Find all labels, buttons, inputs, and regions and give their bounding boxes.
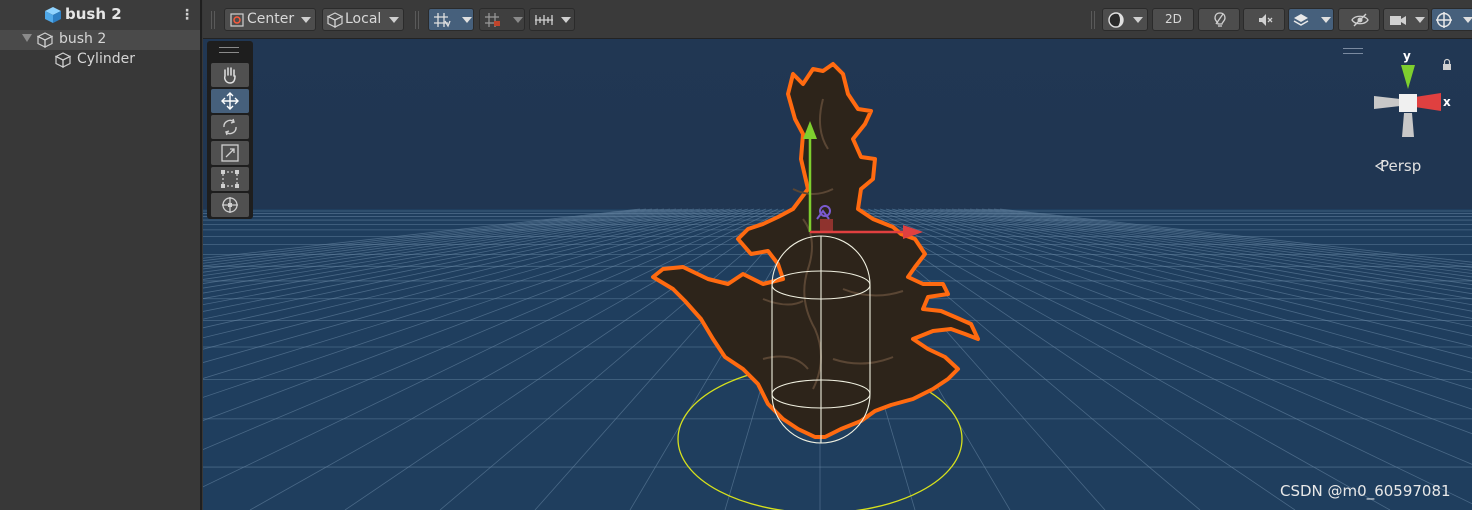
tool-palette: [207, 41, 253, 219]
overlay-drag-handle[interactable]: [1343, 48, 1363, 54]
increment-snap-icon: [485, 13, 500, 27]
gizmos-dropdown[interactable]: [1431, 8, 1472, 31]
more-options-icon[interactable]: ⋮: [180, 6, 194, 24]
watermark-text: CSDN @m0_60597081: [1280, 482, 1451, 500]
prefab-icon: [45, 7, 61, 23]
chevron-down-icon: [513, 17, 523, 23]
rotate-tool-button[interactable]: [211, 115, 249, 139]
grid-snap-icon: [434, 13, 451, 28]
toolbar-grip[interactable]: [1091, 11, 1095, 29]
pivot-center-icon: [230, 13, 244, 27]
ruler-icon: [535, 15, 553, 25]
chevron-down-icon: [301, 17, 311, 23]
effects-toggle[interactable]: [1288, 8, 1334, 31]
hand-tool-button[interactable]: [211, 63, 249, 87]
scale-icon: [221, 144, 239, 162]
lock-icon[interactable]: [1442, 58, 1452, 70]
increment-snap-toggle[interactable]: [479, 8, 525, 31]
move-icon: [221, 92, 239, 110]
rect-tool-button[interactable]: [211, 167, 249, 191]
prefab-title: bush 2: [65, 5, 122, 23]
chevron-down-icon: [389, 17, 399, 23]
draw-mode-dropdown[interactable]: [1102, 8, 1148, 31]
lightbulb-icon: [1214, 12, 1226, 27]
hand-icon: [224, 67, 236, 84]
expand-arrow-icon[interactable]: [22, 34, 32, 42]
chevron-down-icon: [1415, 17, 1425, 23]
hierarchy-item-label: bush 2: [59, 31, 107, 47]
rotate-icon: [223, 118, 237, 136]
effects-layers-icon: [1293, 14, 1309, 26]
toolbar-grip[interactable]: [211, 11, 215, 29]
scene-view[interactable]: y x Persp CSDN @m0_60597081: [203, 39, 1472, 510]
lighting-toggle[interactable]: [1198, 8, 1240, 31]
chevron-down-icon: [1133, 17, 1143, 23]
pivot-rotation-dropdown[interactable]: Local: [322, 8, 404, 31]
hierarchy-panel: bush 2 ⋮ bush 2 Cylinder: [0, 0, 202, 510]
chevron-down-icon: [462, 17, 472, 23]
grid-snap-toggle[interactable]: [428, 8, 474, 31]
gizmo-icon: [1436, 12, 1452, 28]
hierarchy-item-cylinder[interactable]: Cylinder: [0, 50, 200, 70]
projection-mode-label[interactable]: Persp: [1380, 157, 1421, 175]
gameobject-cube-icon: [37, 32, 53, 48]
axis-x-label: x: [1443, 95, 1451, 109]
camera-icon: [1390, 16, 1406, 25]
transform-icon: [222, 197, 238, 213]
hierarchy-header: bush 2 ⋮: [0, 0, 200, 31]
axis-y-label: y: [1403, 49, 1411, 63]
hidden-eye-icon: [1351, 13, 1369, 27]
scale-tool-button[interactable]: [211, 141, 249, 165]
mute-icon: [1259, 14, 1273, 26]
scene-visibility-toggle[interactable]: [1338, 8, 1380, 31]
toolbar-grip[interactable]: [415, 11, 419, 29]
scene-toolbar: Center Local 2D: [203, 0, 1472, 39]
hierarchy-item-label: Cylinder: [77, 51, 135, 67]
transform-tool-button[interactable]: [211, 193, 249, 217]
audio-toggle[interactable]: [1243, 8, 1285, 31]
pivot-mode-dropdown[interactable]: Center: [224, 8, 316, 31]
2d-toggle-label: 2D: [1165, 12, 1182, 26]
pivot-mode-label: Center: [247, 11, 295, 27]
pivot-rotation-label: Local: [345, 11, 382, 27]
camera-settings-dropdown[interactable]: [1383, 8, 1429, 31]
move-tool-button[interactable]: [211, 89, 249, 113]
rect-icon: [221, 170, 239, 188]
hierarchy-item-bush-2[interactable]: bush 2: [0, 30, 200, 50]
chevron-down-icon: [561, 17, 571, 23]
2d-toggle-button[interactable]: 2D: [1152, 8, 1194, 31]
chevron-down-icon: [1463, 17, 1472, 23]
chevron-down-icon: [1321, 17, 1331, 23]
vertex-snap-toggle[interactable]: [529, 8, 575, 31]
gameobject-cube-icon: [55, 52, 71, 68]
palette-drag-handle[interactable]: [219, 47, 239, 53]
local-cube-icon: [327, 12, 343, 28]
shading-sphere-icon: [1108, 12, 1124, 28]
scene-viewport[interactable]: [203, 39, 1472, 510]
